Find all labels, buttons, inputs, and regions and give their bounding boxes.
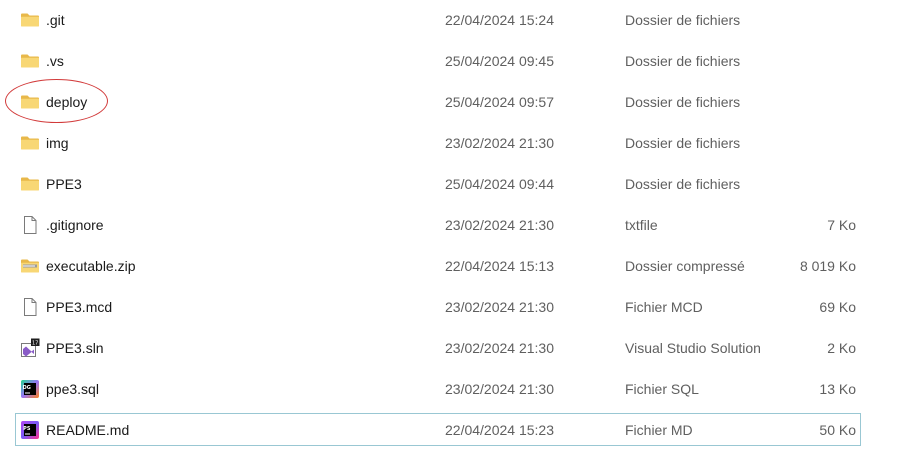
file-row[interactable]: 17 PPE3.sln 23/02/2024 21:30 Visual Studio … [15, 331, 861, 364]
phpstorm-icon: PS [20, 420, 40, 440]
file-row[interactable]: .vs 25/04/2024 09:45 Dossier de fichiers [15, 44, 861, 77]
zip-folder-icon [20, 256, 40, 276]
file-size: 8 019 Ko [799, 258, 856, 274]
file-row[interactable]: executable.zip 22/04/2024 15:13 Dossier co… [15, 249, 861, 282]
file-type: Dossier compressé [625, 258, 745, 274]
file-list: .git 22/04/2024 15:24 Dossier de fichiers.… [0, 0, 911, 462]
file-name: img [46, 135, 69, 151]
file-date-modified: 25/04/2024 09:45 [445, 53, 554, 69]
file-size: 7 Ko [827, 217, 856, 233]
file-row[interactable]: PPE3.mcd 23/02/2024 21:30 Fichier MCD 69 Ko [15, 290, 861, 323]
folder-icon [20, 10, 40, 30]
file-row[interactable]: deploy 25/04/2024 09:57 Dossier de fichier… [15, 85, 861, 118]
folder-icon [20, 92, 40, 112]
file-row[interactable]: .gitignore 23/02/2024 21:30 txtfile 7 Ko [15, 208, 861, 241]
file-type: Visual Studio Solution [625, 340, 761, 356]
file-name: .git [46, 12, 65, 28]
file-type: Fichier SQL [625, 381, 699, 397]
file-row[interactable]: PPE3 25/04/2024 09:44 Dossier de fichiers [15, 167, 861, 200]
file-name: ppe3.sql [46, 381, 99, 397]
folder-icon [20, 174, 40, 194]
file-name: .vs [46, 53, 64, 69]
svg-text:PS: PS [23, 426, 31, 432]
file-date-modified: 23/02/2024 21:30 [445, 381, 554, 397]
file-row[interactable]: img 23/02/2024 21:30 Dossier de fichiers [15, 126, 861, 159]
file-date-modified: 22/04/2024 15:13 [445, 258, 554, 274]
folder-icon [20, 133, 40, 153]
file-date-modified: 23/02/2024 21:30 [445, 135, 554, 151]
svg-text:17: 17 [32, 340, 38, 346]
file-size: 13 Ko [819, 381, 856, 397]
file-date-modified: 23/02/2024 21:30 [445, 340, 554, 356]
file-name: PPE3.mcd [46, 299, 113, 315]
file-row[interactable]: .git 22/04/2024 15:24 Dossier de fichiers [15, 3, 861, 36]
file-type: Fichier MCD [625, 299, 703, 315]
datagrip-icon: DG [20, 379, 40, 399]
blank-file-icon [20, 297, 40, 317]
file-type: Dossier de fichiers [625, 176, 741, 192]
file-name: .gitignore [46, 217, 104, 233]
svg-text:DG: DG [23, 385, 31, 391]
file-type: Dossier de fichiers [625, 94, 741, 110]
file-size: 2 Ko [827, 340, 856, 356]
file-row[interactable]: DG ppe3.sql 23/02/2024 21:30 Fichier SQL 13 … [15, 372, 861, 405]
text-file-icon [20, 215, 40, 235]
file-name: executable.zip [46, 258, 136, 274]
file-type: Dossier de fichiers [625, 135, 741, 151]
visual-studio-solution-icon: 17 [20, 338, 40, 358]
file-date-modified: 23/02/2024 21:30 [445, 299, 554, 315]
file-size: 50 Ko [819, 422, 856, 438]
file-name: deploy [46, 94, 88, 110]
file-date-modified: 22/04/2024 15:23 [445, 422, 554, 438]
file-type: Dossier de fichiers [625, 12, 741, 28]
file-row[interactable]: PS README.md 22/04/2024 15:23 Fichier MD 50 … [15, 413, 861, 446]
file-name: README.md [46, 422, 130, 438]
file-date-modified: 25/04/2024 09:44 [445, 176, 554, 192]
file-type: txtfile [625, 217, 658, 233]
file-type: Dossier de fichiers [625, 53, 741, 69]
file-date-modified: 23/02/2024 21:30 [445, 217, 554, 233]
file-name: PPE3.sln [46, 340, 104, 356]
file-date-modified: 22/04/2024 15:24 [445, 12, 554, 28]
file-type: Fichier MD [625, 422, 693, 438]
file-name: PPE3 [46, 176, 82, 192]
file-date-modified: 25/04/2024 09:57 [445, 94, 554, 110]
folder-icon [20, 51, 40, 71]
file-size: 69 Ko [819, 299, 856, 315]
